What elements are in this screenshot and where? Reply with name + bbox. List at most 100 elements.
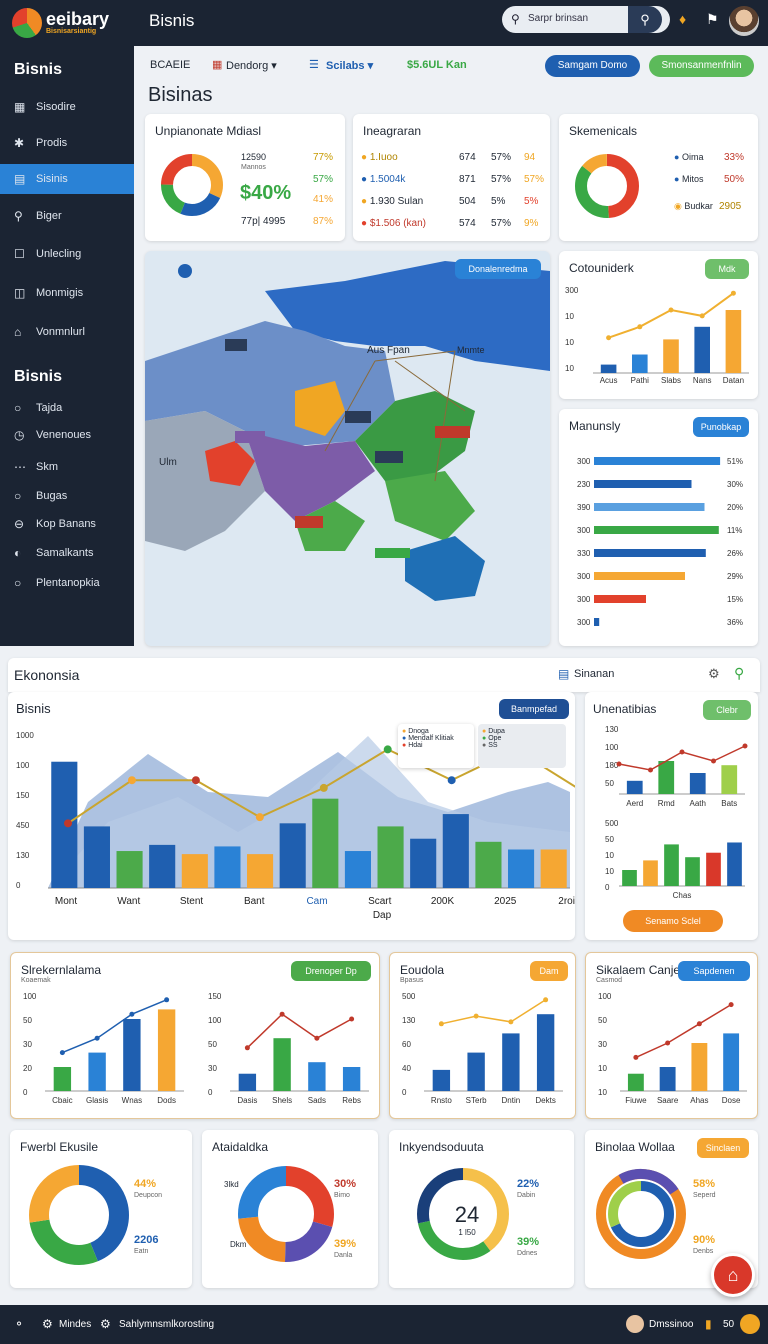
world-map[interactable]: Donalenredma Aus Fpan Mnmte Ulm: [145, 251, 550, 646]
sinclaen-button[interactable]: Sinclaen: [697, 1138, 749, 1158]
sidebar-item-skm[interactable]: ⋯ Skm: [0, 452, 134, 482]
sidebar-item-unlecling[interactable]: ☐ Unlecling: [0, 239, 134, 269]
legend-box: ● Dnoga ● Mendalf Klitiak ● Hdai: [398, 724, 474, 768]
donut-chart: [596, 1169, 686, 1259]
card-title: Bisnis: [16, 701, 51, 716]
sidebar-heading: Bisnis: [14, 61, 63, 78]
x-tick-label: STerb: [466, 1096, 487, 1105]
sidebar-item-kop-banans[interactable]: ⊖ Kop Banans: [0, 509, 134, 539]
punobkap-button[interactable]: Punobkap: [693, 417, 749, 437]
x-tick-label: Dose: [722, 1096, 741, 1105]
unenatibias-chart: 13010018050Aerd Rmd Aath Bats5005010100Chas: [605, 725, 748, 900]
dam-button[interactable]: Dam: [530, 961, 568, 981]
card-ataidaldka: Ataidaldka 3lkd Dkm 30% Bimo 39% Danla: [202, 1130, 378, 1288]
pct-value: 2206: [134, 1234, 159, 1246]
card-sikalaem: Sikalaem Canje Casmod Sapdenen 100 50 30 10…: [585, 952, 758, 1119]
sidebar-item-monmigis[interactable]: ◫ Monmigis: [0, 278, 134, 308]
x-tick-label: Shels: [272, 1096, 292, 1105]
y-tick-label: 180: [605, 761, 619, 770]
bar: [689, 773, 706, 794]
line-series: [62, 999, 167, 1054]
pct-1: 77%: [313, 152, 334, 163]
sidebar-item-plentanopkia[interactable]: ○ Plentanopkia: [0, 568, 134, 598]
line-point: [606, 335, 612, 341]
bar: [723, 1033, 740, 1091]
samgam-domo-button[interactable]: Samgam Domo: [545, 55, 640, 77]
sidebar-item-vonmnlurl[interactable]: ⌂ Vonmnlurl: [0, 317, 134, 347]
map-filter-button[interactable]: Donalenredma: [455, 259, 541, 279]
tab-scilabs[interactable]: Scilabs ▾: [326, 59, 373, 72]
card-title: Eoudola: [400, 963, 445, 977]
y-tick-label: 300: [565, 286, 579, 295]
x-tick-label: Scart: [368, 896, 392, 907]
sidebar-item-samalkants[interactable]: ◐ Samalkants: [0, 538, 134, 568]
card-title: Fwerbl Ekusile: [20, 1140, 99, 1154]
card-title: Ataidaldka: [212, 1140, 269, 1154]
mdk-button[interactable]: Mdk: [705, 259, 749, 279]
sidebar-item-biger[interactable]: ⚲ Biger: [0, 201, 134, 231]
sidebar-item-bugas[interactable]: ○ Bugas: [0, 481, 134, 511]
bar: [442, 814, 469, 888]
x-tick-label: Slabs: [661, 376, 681, 385]
pct-value: 22%: [517, 1178, 540, 1190]
sidebar-item-prodis[interactable]: ✱ Prodis: [0, 128, 134, 158]
flag-icon[interactable]: ⚑: [706, 11, 719, 28]
line-point: [543, 997, 549, 1003]
search-icon[interactable]: ⚲: [734, 665, 744, 682]
bottom-link-2[interactable]: Sahlymnsmlkorosting: [119, 1319, 214, 1330]
calendar-icon: ▦: [212, 59, 223, 71]
drenoper-button[interactable]: Drenoper Dp: [291, 961, 371, 981]
banmpefad-button[interactable]: Banmpefad: [499, 699, 569, 719]
bottom-link-mindes[interactable]: Mindes: [59, 1319, 91, 1330]
x-tick-label: Glasis: [86, 1096, 108, 1105]
card-unpianonate: Unpianonate Mdiasl 12590 Mannos $40% 77p…: [145, 114, 345, 241]
avatar[interactable]: [729, 6, 759, 36]
y-tick-label: 60: [402, 1040, 411, 1049]
x-tick-label: Sads: [308, 1096, 326, 1105]
home-fab-button[interactable]: ⌂: [711, 1253, 755, 1297]
sidebar-item-sisinis[interactable]: ▤ Sisinis: [0, 164, 134, 194]
legend-budkar-value: 2905: [719, 201, 742, 212]
map-label: Mnmte: [457, 345, 485, 355]
x-tick-label: Dods: [157, 1096, 176, 1105]
search-button[interactable]: ⚲: [628, 6, 662, 33]
senamo-sclel-button[interactable]: Senamo Sclel: [623, 910, 723, 932]
settings-icon[interactable]: ⚙: [708, 666, 720, 682]
bar: [432, 1069, 451, 1091]
clebr-button[interactable]: Clebr: [703, 700, 751, 720]
card-inkyendsoduuta: Inkyendsoduuta 24 1 l50 22% Dabin 39% Dd…: [389, 1130, 574, 1288]
bar: [725, 310, 742, 373]
y-tick-label: 450: [16, 821, 30, 830]
sidebar-item-tajda[interactable]: ○ Tajda: [0, 393, 134, 423]
donut-chart: [238, 1166, 334, 1262]
tab-bcaeie[interactable]: BCAEIE: [150, 59, 190, 71]
bottom-user[interactable]: Dmssinoo: [649, 1319, 693, 1330]
sidebar-item-venenoues[interactable]: ◷ Venenoues: [0, 420, 134, 450]
bell-icon[interactable]: ♦: [679, 11, 686, 27]
tab-dendorg[interactable]: Dendorg ▾: [226, 59, 277, 72]
page-title: Bisinas: [148, 84, 213, 106]
bar: [632, 354, 648, 373]
y-tick-label: 10: [565, 312, 574, 321]
sidebar-item-sisodire[interactable]: ▦ Sisodire: [0, 92, 134, 122]
sidebar-heading-2: Bisnis: [14, 368, 63, 385]
tab-kan[interactable]: $5.6UL Kan: [407, 59, 467, 71]
pct-label: Bimo: [334, 1192, 350, 1199]
table-row: ● $1.506 (kan) 574 57% 9%: [361, 218, 539, 229]
bar: [594, 572, 685, 580]
line-point: [64, 819, 72, 828]
bar: [116, 851, 143, 888]
x-tick-label: Mont: [55, 896, 77, 907]
smonsanmenfnlin-button[interactable]: Smonsanmenfnlin: [649, 55, 754, 77]
line-point: [668, 307, 674, 313]
grid-icon: ▦: [14, 100, 26, 114]
bar: [508, 849, 535, 888]
sapdenen-button[interactable]: Sapdenen: [678, 961, 750, 981]
line-point: [244, 1045, 250, 1051]
avatar[interactable]: [626, 1315, 644, 1333]
y-tick-label: 100: [23, 992, 37, 1001]
line-point: [191, 776, 200, 785]
section-link[interactable]: Sinanan: [574, 668, 614, 680]
card-title: Ineagraran: [363, 124, 422, 138]
bar: [536, 1014, 555, 1091]
